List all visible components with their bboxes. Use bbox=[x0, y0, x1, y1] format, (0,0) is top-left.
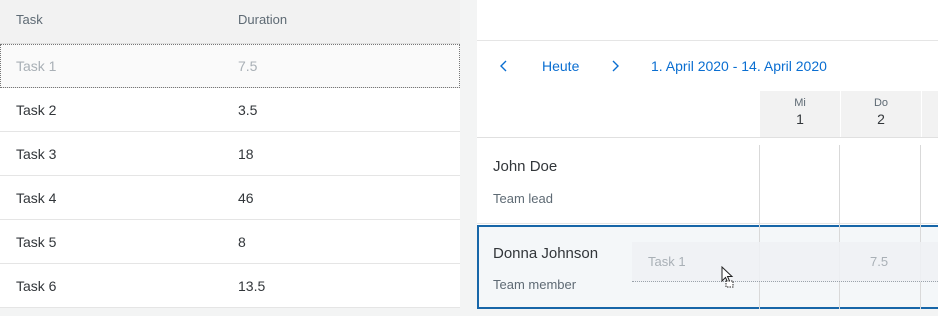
day-name: Do bbox=[873, 97, 889, 109]
table-row[interactable]: Task 4 46 bbox=[0, 176, 460, 220]
calendar-footer bbox=[477, 309, 938, 316]
duration-cell: 18 bbox=[238, 146, 254, 162]
today-button[interactable]: Heute bbox=[542, 58, 579, 74]
table-header: Task Duration bbox=[0, 0, 460, 44]
task-cell: Task 3 bbox=[16, 146, 57, 162]
next-button[interactable] bbox=[610, 58, 620, 74]
previous-button[interactable] bbox=[499, 58, 509, 74]
table-row[interactable]: Task 2 3.5 bbox=[0, 88, 460, 132]
day-name: Mi bbox=[794, 97, 806, 109]
task-cell: Task 5 bbox=[16, 234, 57, 250]
duration-cell: 8 bbox=[238, 234, 246, 250]
chevron-right-icon bbox=[612, 60, 619, 72]
move-cursor-icon bbox=[721, 266, 734, 288]
chevron-left-icon bbox=[500, 60, 507, 72]
day-date: 2 bbox=[877, 111, 885, 127]
task-cell: Task 2 bbox=[16, 102, 57, 118]
drag-preview-task: Task 1 bbox=[648, 254, 686, 269]
table-row[interactable]: Task 1 7.5 bbox=[0, 44, 460, 88]
column-header-task[interactable]: Task bbox=[16, 12, 43, 27]
date-range-picker[interactable]: 1. April 2020 - 14. April 2020 bbox=[651, 58, 827, 74]
duration-cell: 13.5 bbox=[238, 278, 266, 294]
duration-cell: 46 bbox=[238, 190, 254, 206]
task-cell: Task 4 bbox=[16, 190, 57, 206]
day-header: Do 2 bbox=[841, 91, 921, 137]
person-role: Team member bbox=[493, 277, 577, 292]
task-cell: Task 6 bbox=[16, 278, 57, 294]
table-footer bbox=[0, 308, 460, 316]
table-body: Task 1 7.5 Task 2 3.5 Task 3 18 Task 4 4… bbox=[0, 44, 460, 308]
panel-divider bbox=[460, 0, 477, 316]
calendar-row[interactable]: John Doe Team lead bbox=[477, 138, 938, 224]
day-gridline bbox=[920, 145, 921, 309]
task-table: Task Duration Task 1 7.5 Task 2 3.5 Task… bbox=[0, 0, 460, 316]
day-header: Mi 1 bbox=[760, 91, 840, 137]
day-header-partial bbox=[922, 91, 938, 137]
day-gridline bbox=[839, 145, 840, 309]
table-row[interactable]: Task 3 18 bbox=[0, 132, 460, 176]
calendar-navigation: Heute 1. April 2020 - 14. April 2020 bbox=[477, 41, 938, 91]
person-name: Donna Johnson bbox=[493, 245, 599, 262]
day-gridline bbox=[759, 145, 760, 309]
person-role: Team lead bbox=[493, 191, 553, 206]
drag-preview: Task 1 7.5 bbox=[632, 242, 938, 282]
duration-cell: 3.5 bbox=[238, 102, 258, 118]
planning-calendar: Heute 1. April 2020 - 14. April 2020 Mi … bbox=[477, 0, 938, 316]
day-date: 1 bbox=[796, 111, 804, 127]
calendar-toolbar bbox=[477, 0, 938, 41]
table-row[interactable]: Task 6 13.5 bbox=[0, 264, 460, 308]
task-cell: Task 1 bbox=[16, 58, 57, 74]
person-name: John Doe bbox=[493, 158, 558, 175]
table-row[interactable]: Task 5 8 bbox=[0, 220, 460, 264]
drag-preview-duration: 7.5 bbox=[870, 254, 889, 269]
duration-cell: 7.5 bbox=[238, 58, 258, 74]
column-header-duration[interactable]: Duration bbox=[238, 12, 287, 27]
